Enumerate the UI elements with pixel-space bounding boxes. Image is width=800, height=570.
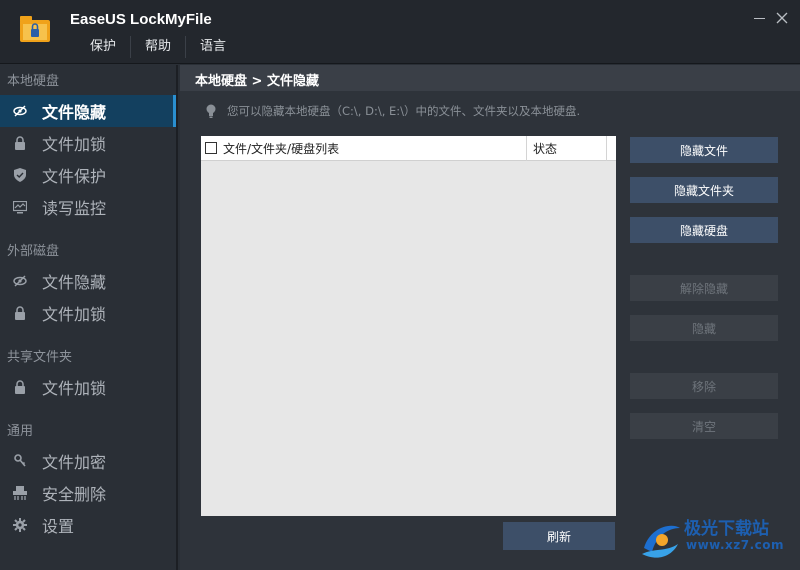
column-status-label: 状态: [533, 141, 558, 156]
sidebar-item-label: 设置: [42, 517, 75, 536]
lock-icon: [13, 306, 27, 320]
sidebar-item-label: 文件加锁: [42, 379, 107, 398]
app-logo-icon: [20, 16, 50, 42]
sidebar-item-settings[interactable]: 设置: [0, 509, 176, 541]
watermark-logo-icon: [642, 525, 680, 558]
sidebar-item-shared-file-lock[interactable]: 文件加锁: [0, 371, 176, 403]
breadcrumb-bar: 本地硬盘 > 文件隐藏: [180, 65, 800, 91]
sidebar-item-local-file-protect[interactable]: 文件保护: [0, 159, 176, 191]
clear-button[interactable]: 清空: [630, 413, 778, 439]
section-title-shared: 共享文件夹: [7, 350, 73, 365]
minimize-button[interactable]: [752, 10, 768, 26]
sidebar-item-label: 文件隐藏: [42, 103, 107, 122]
column-name-label: 文件/文件夹/硬盘列表: [223, 141, 340, 156]
watermark-name: 极光下载站: [684, 519, 769, 539]
gear-icon: [13, 518, 27, 532]
eye-slash-icon: [13, 104, 27, 118]
sidebar-item-external-file-lock[interactable]: 文件加锁: [0, 297, 176, 329]
menu-bar: 保护 帮助 语言: [76, 36, 240, 58]
refresh-button[interactable]: 刷新: [503, 522, 615, 550]
sidebar-item-local-file-hide[interactable]: 文件隐藏: [0, 95, 176, 127]
section-title-external: 外部磁盘: [7, 244, 60, 259]
hide-drive-button[interactable]: 隐藏硬盘: [630, 217, 778, 243]
lock-icon: [13, 136, 27, 150]
key-icon: [13, 454, 27, 468]
sidebar-item-label: 文件加锁: [42, 135, 107, 154]
menu-help[interactable]: 帮助: [131, 36, 187, 58]
section-title-local: 本地硬盘: [7, 74, 60, 89]
sidebar: 本地硬盘 文件隐藏 文件加锁 文件保护 读写监控 外部磁盘 文件隐藏 文件加锁 …: [0, 65, 178, 570]
sidebar-item-label: 读写监控: [42, 199, 107, 218]
menu-language[interactable]: 语言: [186, 36, 240, 58]
hide-file-button[interactable]: 隐藏文件: [630, 137, 778, 163]
sidebar-item-label: 文件加锁: [42, 305, 107, 324]
sidebar-item-label: 文件隐藏: [42, 273, 107, 292]
sidebar-item-secure-delete[interactable]: 安全删除: [0, 477, 176, 509]
file-list[interactable]: 文件/文件夹/硬盘列表 状态: [201, 135, 616, 516]
watermark-url: www.xz7.com: [686, 538, 785, 552]
main-panel: 本地硬盘 > 文件隐藏 您可以隐藏本地硬盘（C:\, D:\, E:\）中的文件…: [180, 65, 800, 570]
close-icon[interactable]: [774, 10, 790, 26]
app-title: EaseUS LockMyFile: [70, 11, 212, 28]
title-bar: EaseUS LockMyFile 保护 帮助 语言: [0, 0, 800, 64]
lightbulb-icon: [206, 104, 216, 118]
hide-folder-button[interactable]: 隐藏文件夹: [630, 177, 778, 203]
eye-slash-icon: [13, 274, 27, 288]
select-all-checkbox[interactable]: [205, 142, 217, 154]
monitor-icon: [13, 200, 27, 214]
column-status[interactable]: 状态: [527, 135, 607, 161]
sidebar-item-label: 文件保护: [42, 167, 107, 186]
list-header: 文件/文件夹/硬盘列表 状态: [201, 135, 616, 161]
watermark: 极光下载站 www.xz7.com: [640, 512, 800, 570]
sidebar-item-label: 文件加密: [42, 453, 107, 472]
hint-row: 您可以隐藏本地硬盘（C:\, D:\, E:\）中的文件、文件夹以及本地硬盘.: [205, 103, 580, 119]
menu-protect[interactable]: 保护: [76, 36, 132, 58]
column-name[interactable]: 文件/文件夹/硬盘列表: [201, 135, 527, 161]
sidebar-item-local-file-lock[interactable]: 文件加锁: [0, 127, 176, 159]
shield-icon: [13, 168, 27, 182]
sidebar-item-local-rw-monitor[interactable]: 读写监控: [0, 191, 176, 223]
hint-text: 您可以隐藏本地硬盘（C:\, D:\, E:\）中的文件、文件夹以及本地硬盘.: [227, 104, 581, 118]
sidebar-item-label: 安全删除: [42, 485, 107, 504]
sidebar-item-external-file-hide[interactable]: 文件隐藏: [0, 265, 176, 297]
unhide-button[interactable]: 解除隐藏: [630, 275, 778, 301]
section-title-general: 通用: [7, 424, 34, 439]
hide-button[interactable]: 隐藏: [630, 315, 778, 341]
sidebar-item-file-encrypt[interactable]: 文件加密: [0, 445, 176, 477]
remove-button[interactable]: 移除: [630, 373, 778, 399]
shredder-icon: [13, 486, 27, 500]
lock-icon: [13, 380, 27, 394]
breadcrumb: 本地硬盘 > 文件隐藏: [195, 74, 319, 89]
